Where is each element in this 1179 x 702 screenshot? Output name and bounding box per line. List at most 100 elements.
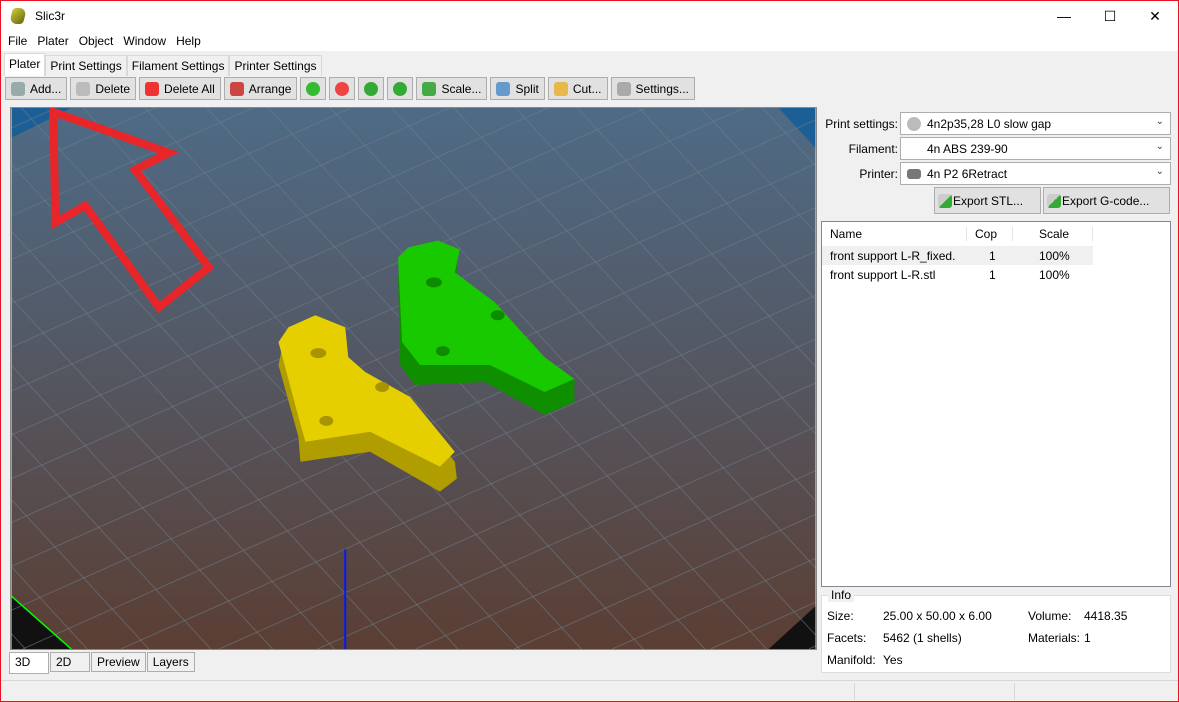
toolbar-label: Arrange	[248, 81, 292, 96]
right-panel: Print settings: 4n2p35,28 L0 slow gap ⌄ F…	[820, 107, 1172, 677]
toolbar-label: Delete All	[164, 81, 215, 96]
menu-object[interactable]: Object	[74, 34, 119, 48]
status-bar	[1, 680, 1178, 701]
list-header: Name Cop Scale	[822, 222, 1170, 246]
tab-printer-settings[interactable]: Printer Settings	[229, 55, 322, 76]
scale-icon	[422, 81, 437, 96]
plater-toolbar: Add... Delete Delete All Arrange Scale... Spl…	[5, 77, 695, 100]
slic3r-logo-icon	[8, 8, 28, 24]
arrange-button[interactable]: Arrange	[223, 77, 298, 100]
facets-value: 5462 (1 shells)	[883, 631, 962, 645]
info-title: Info	[828, 588, 855, 602]
tab-print-settings[interactable]: Print Settings	[45, 55, 127, 76]
size-label: Size:	[827, 609, 854, 623]
print-settings-select[interactable]: 4n2p35,28 L0 slow gap ⌄	[900, 112, 1171, 135]
title-bar: Slic3r — ☐ ✕	[1, 1, 1178, 31]
maximize-button[interactable]: ☐	[1087, 1, 1133, 31]
increase-button[interactable]	[300, 77, 327, 100]
facets-label: Facets:	[827, 631, 867, 645]
close-button[interactable]: ✕	[1132, 1, 1178, 31]
tab-filament-settings[interactable]: Filament Settings	[126, 55, 230, 76]
info-panel: Info Size: 25.00 x 50.00 x 6.00 Volume: …	[821, 588, 1171, 673]
printer-label: Printer:	[859, 166, 898, 181]
toolbar-label: Scale...	[441, 81, 482, 96]
cut-icon	[553, 81, 568, 96]
export-stl-label: Export STL...	[953, 193, 1024, 208]
filament-label: Filament:	[848, 141, 898, 156]
status-divider	[1014, 683, 1015, 700]
scale-button[interactable]: Scale...	[416, 77, 488, 100]
tab-plater[interactable]: Plater	[4, 53, 46, 76]
minimize-button[interactable]: —	[1041, 1, 1087, 31]
delete-icon	[76, 81, 91, 96]
object-copies: 1	[989, 267, 996, 282]
toolbar-label: Delete	[95, 81, 131, 96]
export-gcode-button[interactable]: Export G-code...	[1043, 187, 1170, 214]
split-button[interactable]: Split	[490, 77, 545, 100]
add-icon	[11, 81, 25, 96]
split-icon	[496, 81, 511, 96]
materials-label: Materials:	[1028, 631, 1081, 645]
export-icon	[1047, 193, 1061, 208]
materials-value: 1	[1084, 631, 1091, 645]
menu-window[interactable]: Window	[118, 34, 171, 48]
column-name[interactable]: Name	[822, 227, 967, 241]
object-list[interactable]: Name Cop Scale front support L-R_fixed. …	[821, 221, 1171, 587]
manifold-value: Yes	[883, 653, 903, 667]
status-divider	[854, 683, 855, 700]
object-name: front support L-R.stl	[830, 267, 936, 282]
cut-button[interactable]: Cut...	[547, 77, 608, 100]
column-scale[interactable]: Scale	[1013, 227, 1093, 241]
rotate-right-button[interactable]	[387, 77, 414, 100]
menu-help[interactable]: Help	[171, 34, 206, 48]
3d-scene[interactable]	[11, 108, 816, 649]
chevron-down-icon: ⌄	[1155, 166, 1164, 177]
toolbar-label: Split	[515, 81, 539, 96]
menu-plater[interactable]: Plater	[32, 34, 73, 48]
decrease-button[interactable]	[329, 77, 356, 100]
chevron-down-icon: ⌄	[1155, 141, 1164, 152]
tab-3d[interactable]: 3D	[9, 652, 49, 674]
column-copies[interactable]: Cop	[967, 227, 1013, 241]
slic3r-window: Slic3r — ☐ ✕ File Plater Object Window H…	[0, 0, 1179, 702]
rotate-left-icon	[364, 81, 379, 96]
printer-select[interactable]: 4n P2 6Retract ⌄	[900, 162, 1171, 185]
print-settings-value: 4n2p35,28 L0 slow gap	[927, 116, 1052, 131]
export-stl-button[interactable]: Export STL...	[934, 187, 1041, 214]
object-scale: 100%	[1039, 267, 1070, 282]
deleteall-button[interactable]: Delete All	[139, 77, 221, 100]
print-settings-label: Print settings:	[825, 116, 898, 131]
object-copies: 1	[989, 248, 996, 263]
toolbar-label: Settings...	[635, 81, 689, 96]
tab-2d[interactable]: 2D	[50, 652, 90, 672]
menu-bar: File Plater Object Window Help	[1, 31, 1178, 51]
decrease-icon	[335, 81, 350, 96]
object-name: front support L-R_fixed.	[830, 248, 956, 263]
export-gcode-label: Export G-code...	[1062, 193, 1150, 208]
table-row[interactable]: front support L-R_fixed. 1 100%	[822, 246, 1093, 265]
3d-viewport[interactable]	[10, 107, 817, 650]
export-icon	[938, 193, 952, 208]
printer-icon	[907, 168, 921, 179]
rotate-left-button[interactable]	[358, 77, 385, 100]
menu-file[interactable]: File	[3, 34, 32, 48]
printer-value: 4n P2 6Retract	[927, 166, 1008, 181]
tab-layers[interactable]: Layers	[146, 652, 195, 672]
main-tabs: Plater Print Settings Filament Settings …	[4, 53, 322, 76]
filament-select[interactable]: 4n ABS 239-90 ⌄	[900, 137, 1171, 160]
object-scale: 100%	[1039, 248, 1070, 263]
gear-icon	[907, 116, 921, 131]
tab-preview[interactable]: Preview	[91, 652, 146, 672]
add-button[interactable]: Add...	[5, 77, 68, 100]
settings-icon	[616, 81, 631, 96]
delete-all-icon	[145, 81, 160, 96]
chevron-down-icon: ⌄	[1155, 116, 1164, 127]
size-value: 25.00 x 50.00 x 6.00	[883, 609, 992, 623]
settings-button[interactable]: Settings...	[610, 77, 695, 100]
table-row[interactable]: front support L-R.stl 1 100%	[822, 265, 1170, 284]
toolbar-label: Cut...	[572, 81, 602, 96]
manifold-label: Manifold:	[827, 653, 876, 667]
delete-button[interactable]: Delete	[70, 77, 137, 100]
toolbar-label: Add...	[30, 81, 62, 96]
view-tabs: 3D 2D Preview Layers	[9, 652, 196, 674]
